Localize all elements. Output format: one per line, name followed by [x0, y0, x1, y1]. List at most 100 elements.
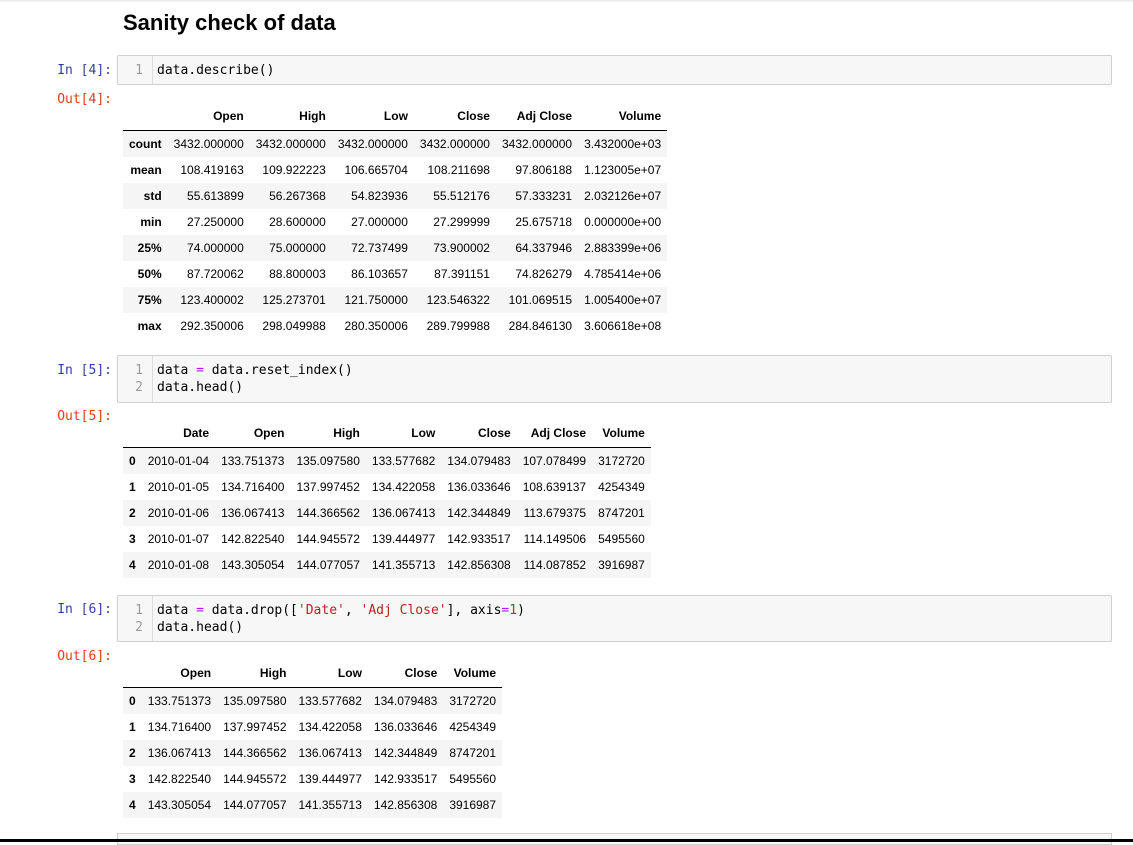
- table-cell: 142.344849: [373, 746, 438, 760]
- code-cell-6[interactable]: 1 data = data.drop(['Date', 'Adj Close'],…: [117, 595, 1112, 642]
- table-cell: 139.444977: [371, 532, 436, 546]
- column-header: Close: [367, 659, 444, 688]
- code-text[interactable]: data = data.reset_index(): [157, 362, 353, 379]
- column-header: Volume: [592, 419, 651, 448]
- column-header: [123, 102, 168, 131]
- table-cell: 3432.000000: [501, 137, 573, 151]
- table-row: 2 136.067413 144.366562 136.067413 142.34484…: [123, 740, 503, 766]
- table-cell: 2.032126e+07: [584, 189, 662, 203]
- table-row: std 55.613899 56.267368 54.823936 55.512176 5…: [123, 183, 668, 209]
- table-cell: 27.250000: [187, 215, 244, 229]
- table-cell: 125.273701: [262, 293, 326, 307]
- table-cell: 144.945572: [223, 772, 287, 786]
- table-row: 1 2010-01-05 134.716400 137.997452 134.42205…: [123, 474, 651, 500]
- table-row: 75% 123.400002 125.273701 121.750000 123.546…: [123, 287, 668, 313]
- table-row: 25% 74.000000 75.000000 72.737499 73.900002 6…: [123, 235, 668, 261]
- table-cell: 86.103657: [351, 267, 408, 281]
- column-header: Low: [292, 659, 368, 688]
- table-cell: 55.512176: [433, 189, 490, 203]
- table-cell: 144.366562: [296, 506, 360, 520]
- row-index: 50%: [137, 267, 162, 281]
- column-header: Date: [141, 419, 216, 448]
- table-cell: 3916987: [449, 798, 497, 812]
- table-row: 50% 87.720062 88.800003 86.103657 87.391151 7…: [123, 261, 667, 287]
- table-cell: 142.856308: [373, 798, 438, 812]
- row-index: 2: [129, 506, 136, 520]
- code-token-op: =: [196, 363, 204, 378]
- column-header: Close: [413, 102, 496, 131]
- table-cell: 133.577682: [371, 454, 436, 468]
- code-token: ,: [344, 603, 361, 618]
- table-cell: 135.097580: [223, 694, 287, 708]
- table-cell: 72.737499: [351, 241, 408, 255]
- section-heading: Sanity check of data: [123, 10, 336, 35]
- code-line[interactable]: 1 data.describe(): [118, 62, 1108, 79]
- code-line[interactable]: 1 data = data.reset_index(): [118, 362, 1108, 379]
- table-cell: 289.799988: [426, 319, 490, 333]
- table-cell: 143.305054: [147, 798, 212, 812]
- input-prompt-4: In [4]:: [57, 63, 112, 78]
- table-cell: 74.000000: [187, 241, 244, 255]
- table-cell: 28.600000: [269, 215, 326, 229]
- row-index: count: [129, 137, 162, 151]
- code-cell-5[interactable]: 1 data = data.reset_index() 2 data.head(): [117, 355, 1112, 403]
- table-cell: 134.079483: [447, 454, 511, 468]
- column-header: Open: [167, 102, 250, 131]
- table-cell: 0.000000e+00: [584, 215, 662, 229]
- table-cell: 134.716400: [221, 480, 285, 494]
- table-cell: 136.067413: [221, 506, 285, 520]
- code-text[interactable]: data.head(): [157, 619, 243, 636]
- table-cell: 3172720: [449, 694, 497, 708]
- code-token: data.reset_index(): [203, 363, 353, 378]
- table-cell: 87.720062: [187, 267, 244, 281]
- table-header-row: Open High Low Close Volume: [123, 659, 503, 688]
- table-cell: 108.639137: [522, 480, 587, 494]
- table-cell: 142.933517: [373, 772, 438, 786]
- code-token: data: [157, 363, 197, 378]
- input-prompt-6: In [6]:: [57, 602, 112, 617]
- table-cell: 109.922223: [262, 163, 326, 177]
- table-cell: 56.267368: [269, 189, 326, 203]
- code-token: data.head(): [157, 620, 244, 635]
- table-cell: 64.337946: [515, 241, 573, 255]
- code-text[interactable]: data.describe(): [157, 62, 274, 79]
- code-line[interactable]: 1 data = data.drop(['Date', 'Adj Close'],…: [118, 602, 1108, 619]
- code-text[interactable]: data = data.drop(['Date', 'Adj Close'], …: [157, 602, 525, 619]
- code-token: data.drop([: [203, 603, 298, 618]
- code-token: data.head(): [157, 380, 244, 395]
- table-cell: 3.432000e+03: [584, 137, 662, 151]
- table-row: max 292.350006 298.049988 280.350006 289.799…: [123, 313, 667, 339]
- code-text[interactable]: data.head(): [157, 379, 243, 396]
- table-cell: 134.422058: [298, 720, 362, 734]
- column-header: Low: [365, 419, 442, 448]
- code-line[interactable]: 2 data.head(): [118, 619, 1108, 636]
- code-cell-4[interactable]: 1 data.describe(): [117, 55, 1112, 85]
- describe-output-table: Open High Low Close Adj Close Volume count 3432…: [123, 102, 668, 339]
- table-cell: 2010-01-04: [147, 454, 210, 468]
- table-cell: 1.123005e+07: [584, 163, 662, 177]
- row-index: max: [137, 319, 162, 333]
- table-header-row: Open High Low Close Adj Close Volume: [123, 102, 668, 131]
- table-cell: 87.391151: [434, 267, 490, 281]
- table-cell: 25.675718: [515, 215, 573, 229]
- table-cell: 106.665704: [344, 163, 408, 177]
- table-cell: 5495560: [598, 532, 645, 546]
- row-index: mean: [130, 163, 162, 177]
- table-cell: 114.087852: [523, 558, 587, 572]
- table-row: 2 2010-01-06 136.067413 144.366562 136.06741…: [123, 500, 651, 526]
- column-header: [123, 659, 142, 688]
- row-index: 4: [129, 558, 136, 572]
- output-prompt-5: Out[5]:: [57, 409, 112, 424]
- table-cell: 142.822540: [221, 532, 285, 546]
- code-token-str: 'Adj Close': [360, 603, 447, 618]
- column-header: Open: [215, 419, 291, 448]
- table-cell: 280.350006: [344, 319, 408, 333]
- row-index: 4: [129, 798, 136, 812]
- table-cell: 3172720: [598, 454, 645, 468]
- column-header: [123, 419, 142, 448]
- code-line[interactable]: 2 data.head(): [118, 379, 1108, 396]
- table-cell: 134.716400: [147, 720, 212, 734]
- column-header: High: [249, 102, 332, 131]
- head-output-table: Date Open High Low Close Adj Close Volume 0 2010…: [123, 419, 651, 578]
- table-row: min 27.250000 28.600000 27.000000 27.299999 2…: [123, 209, 667, 235]
